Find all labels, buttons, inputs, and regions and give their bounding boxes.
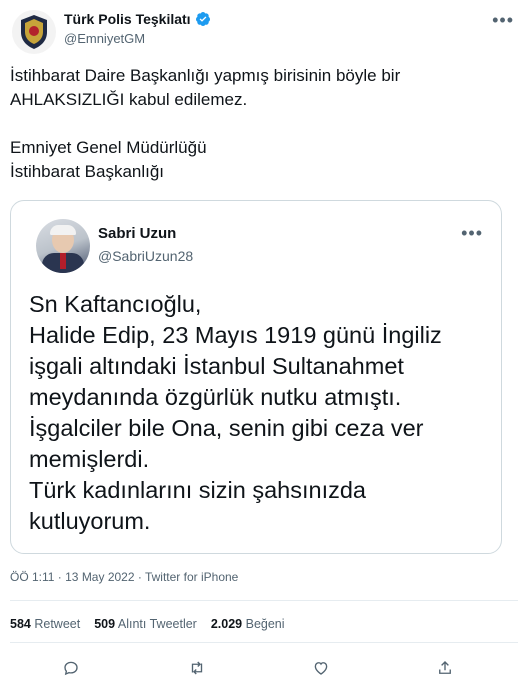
retweet-stat[interactable]: 584 Retweet (10, 617, 80, 631)
share-icon[interactable] (434, 657, 456, 679)
like-stat[interactable]: 2.029 Beğeni (211, 617, 285, 631)
quoted-tweet-text: Sn Kaftancıoğlu, Halide Edip, 23 Mayıs 1… (29, 291, 442, 534)
divider (10, 600, 518, 601)
reply-icon[interactable] (60, 657, 82, 679)
retweet-label: Retweet (34, 617, 81, 631)
quote-count: 509 (94, 617, 116, 631)
retweet-icon[interactable] (186, 657, 208, 679)
divider (10, 642, 518, 643)
police-badge-icon (21, 15, 47, 49)
quoted-author-handle: @SabriUzun28 (98, 248, 194, 264)
tweet-stats: 584 Retweet 509 Alıntı Tweetler 2.029 Be… (10, 617, 285, 631)
more-icon[interactable]: ••• (461, 223, 483, 244)
like-label: Beğeni (245, 617, 285, 631)
like-count: 2.029 (210, 617, 243, 631)
quoted-tweet-card[interactable]: Sabri Uzun @SabriUzun28 ••• Sn Kaftancıo… (10, 200, 502, 554)
quote-label: Alıntı Tweetler (117, 617, 197, 631)
author-avatar[interactable] (12, 10, 56, 54)
quote-stat[interactable]: 509 Alıntı Tweetler (94, 617, 197, 631)
author-name-row: Türk Polis Teşkilatı (64, 11, 211, 27)
tweet-timestamp[interactable]: ÖÖ 1:11 · 13 May 2022 · Twitter for iPho… (10, 570, 238, 584)
tweet-text: İstihbarat Daire Başkanlığı yapmış biris… (10, 66, 401, 181)
quoted-author-avatar (36, 219, 90, 273)
verified-badge-icon (195, 12, 210, 26)
more-icon[interactable]: ••• (492, 10, 514, 31)
author-display-name[interactable]: Türk Polis Teşkilatı (64, 11, 191, 27)
quoted-author-name: Sabri Uzun (98, 225, 177, 242)
action-bar (0, 652, 528, 682)
like-icon[interactable] (310, 657, 332, 679)
retweet-count: 584 (10, 617, 31, 631)
author-handle[interactable]: @EmniyetGM (64, 31, 145, 46)
